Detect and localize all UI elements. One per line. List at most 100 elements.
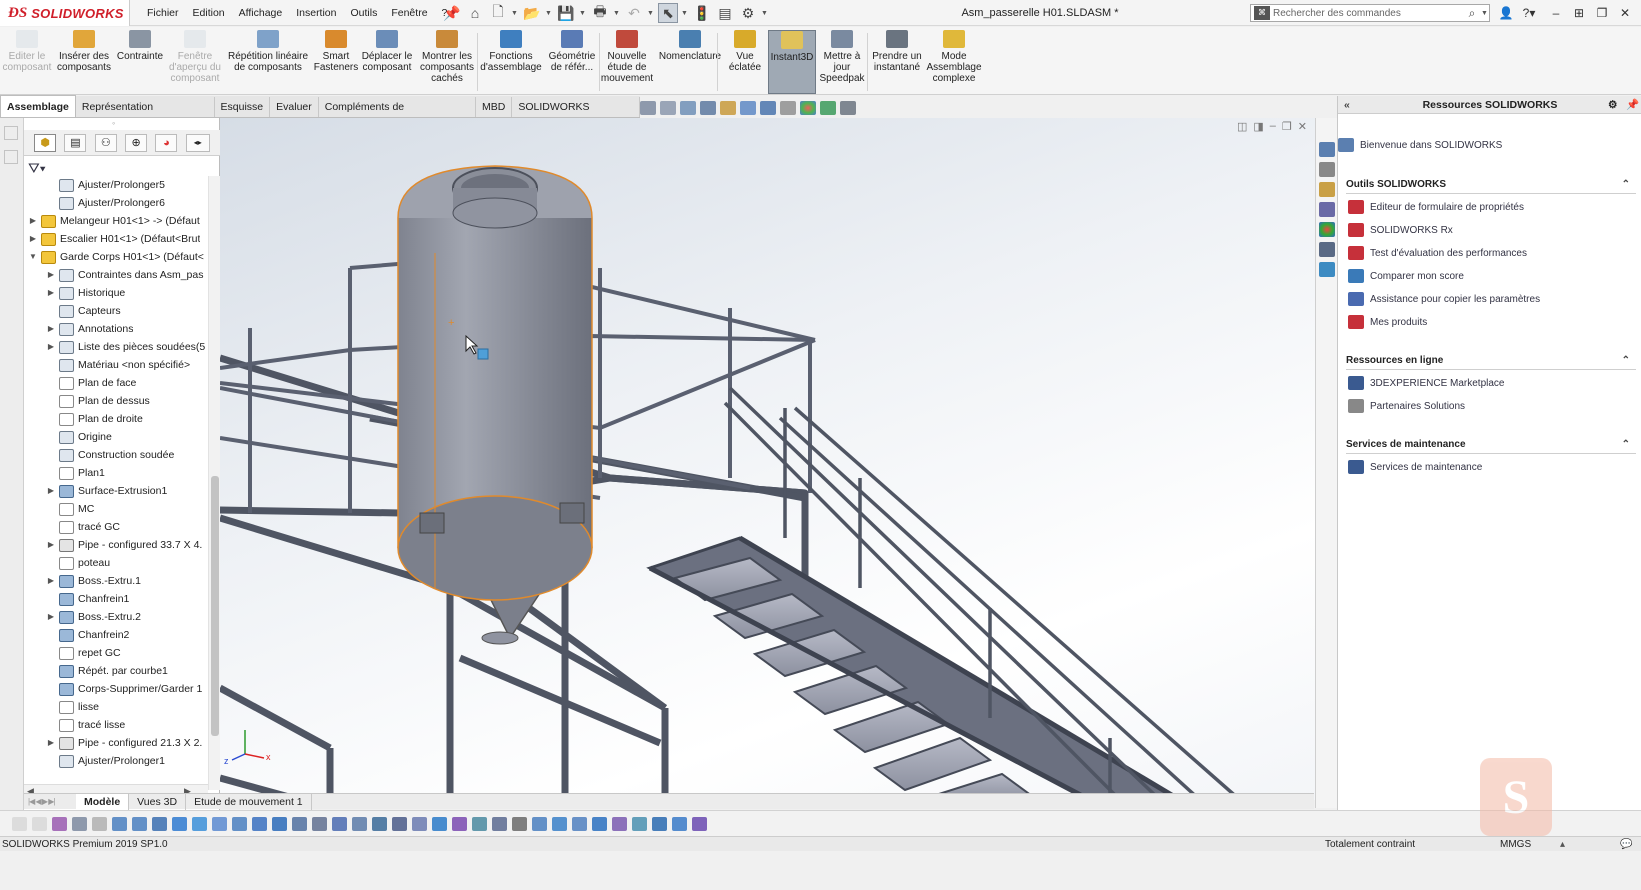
pin-icon[interactable]: 📌 xyxy=(442,3,462,23)
selection-filter-icon[interactable] xyxy=(672,816,687,831)
task-pane-link[interactable]: Mes produits xyxy=(1348,313,1427,331)
assembly-model-view[interactable]: + x z xyxy=(220,118,1315,800)
mixer-tank[interactable]: + xyxy=(397,165,593,645)
tree-expand-icon[interactable]: ▶ xyxy=(45,284,57,302)
selection-filter-icon[interactable] xyxy=(592,816,607,831)
edit-appearance-icon[interactable] xyxy=(800,101,816,115)
command-button[interactable]: Contrainte xyxy=(114,30,166,94)
view-settings-icon[interactable] xyxy=(840,101,856,115)
command-button[interactable]: Nomenclature xyxy=(658,30,722,94)
panel-toggle-icon[interactable] xyxy=(4,126,18,140)
tab-3[interactable]: Evaluer xyxy=(270,97,319,117)
zoom-to-area-icon[interactable] xyxy=(660,101,676,115)
tree-node[interactable]: ▶ Surface-Extrusion1 xyxy=(24,482,208,500)
open-dropdown-icon[interactable]: ▼ xyxy=(545,10,553,17)
tree-node[interactable]: tracé lisse xyxy=(24,716,208,734)
graphics-area[interactable]: ◫ ◨ – ❐ ✕ + x z xyxy=(220,118,1315,800)
task-pane-link[interactable]: Services de maintenance xyxy=(1348,458,1482,476)
tree-node[interactable]: ▶ Pipe - configured 33.7 X 4. xyxy=(24,536,208,554)
selection-filter-icon[interactable] xyxy=(452,816,467,831)
resources-home-icon[interactable] xyxy=(1319,142,1335,157)
display-manager-tab-icon[interactable]: ◕ xyxy=(155,133,178,152)
tree-node[interactable]: Matériau <non spécifié> xyxy=(24,356,208,374)
tab-1[interactable]: Représentation schématique xyxy=(76,97,215,133)
selection-filter-icon[interactable] xyxy=(192,816,207,831)
tree-expand-icon[interactable]: ▶ xyxy=(45,320,57,338)
tree-node[interactable]: ▶ Melangeur H01<1> -> (Défaut xyxy=(24,212,208,230)
tree-expand-icon[interactable]: ▶ xyxy=(45,608,57,626)
tree-node[interactable]: Ajuster/Prolonger5 xyxy=(24,176,208,194)
dimxpert-tab-icon[interactable]: ⊕ xyxy=(125,133,148,152)
selection-filter-icon[interactable] xyxy=(612,816,627,831)
task-pane-link[interactable]: SOLIDWORKS Rx xyxy=(1348,221,1453,239)
restore-icon[interactable]: ❐ xyxy=(1591,3,1613,23)
design-library-icon[interactable] xyxy=(1319,162,1335,177)
tree-node[interactable]: Corps-Supprimer/Garder 1 xyxy=(24,680,208,698)
configuration-manager-tab-icon[interactable]: ⚇ xyxy=(94,133,117,152)
save-icon[interactable]: 💾 xyxy=(556,3,576,23)
selection-filter-icon[interactable] xyxy=(232,816,247,831)
tree-node[interactable]: repet GC xyxy=(24,644,208,662)
tile-icon[interactable]: ⊞ xyxy=(1568,3,1590,23)
panel-handle-icon[interactable]: ◦ xyxy=(112,118,115,128)
apply-scene-icon[interactable] xyxy=(820,101,836,115)
tree-node[interactable]: ▶ Pipe - configured 21.3 X 2. xyxy=(24,734,208,752)
tab-2[interactable]: Esquisse xyxy=(215,97,271,117)
custom-properties-icon[interactable] xyxy=(1319,242,1335,257)
menu-item[interactable]: Edition xyxy=(186,7,232,19)
new-dropdown-icon[interactable]: ▼ xyxy=(511,10,519,17)
tree-node[interactable]: Plan de dessus xyxy=(24,392,208,410)
hide-show-items-icon[interactable] xyxy=(780,101,796,115)
dynamic-annotation-icon[interactable] xyxy=(720,101,736,115)
selection-filter-icon[interactable] xyxy=(692,816,707,831)
zoom-to-fit-icon[interactable] xyxy=(640,101,656,115)
minimize-icon[interactable]: – xyxy=(1545,3,1567,23)
selection-filter-icon[interactable] xyxy=(412,816,427,831)
new-document-icon[interactable]: 🗋 xyxy=(488,3,508,23)
options-gear-icon[interactable]: ⚙ xyxy=(738,3,758,23)
forum-icon[interactable] xyxy=(1319,262,1335,277)
tab-6[interactable]: SOLIDWORKS Inspection xyxy=(512,97,641,133)
tab-5[interactable]: MBD xyxy=(476,97,513,117)
selection-filter-icon[interactable] xyxy=(372,816,387,831)
property-manager-tab-icon[interactable]: ▤ xyxy=(64,133,87,152)
tree-node[interactable]: ▶ Annotations xyxy=(24,320,208,338)
view-palette-icon[interactable] xyxy=(1319,202,1335,217)
help-icon[interactable]: ?▾ xyxy=(1518,3,1540,23)
select-cursor-icon[interactable]: ⬉ xyxy=(658,3,678,23)
close-icon[interactable]: ✕ xyxy=(1614,3,1636,23)
tree-node[interactable]: ▼ Garde Corps H01<1> (Défaut< xyxy=(24,248,208,266)
selection-filter-icon[interactable] xyxy=(312,816,327,831)
bottom-tab-0[interactable]: Modèle xyxy=(76,793,130,810)
tree-node[interactable]: MC xyxy=(24,500,208,518)
command-button[interactable]: Smart Fasteners xyxy=(314,30,358,94)
selection-filter-icon[interactable] xyxy=(172,816,187,831)
filter-icon[interactable]: ⛛▾ xyxy=(28,160,46,177)
tree-node[interactable]: Capteurs xyxy=(24,302,208,320)
selection-filter-icon[interactable] xyxy=(552,816,567,831)
selection-filter-icon[interactable] xyxy=(652,816,667,831)
collapse-chevron-icon[interactable]: ⌃ xyxy=(1622,176,1630,194)
selection-filter-icon[interactable] xyxy=(132,816,147,831)
status-messages-icon[interactable]: 💬 xyxy=(1620,837,1632,852)
selection-filter-icon[interactable] xyxy=(572,816,587,831)
options-dropdown-icon[interactable]: ▼ xyxy=(761,10,769,17)
command-button[interactable]: Montrer les composants cachés xyxy=(416,30,478,94)
tree-node[interactable]: Plan de face xyxy=(24,374,208,392)
selection-filter-icon[interactable] xyxy=(72,816,87,831)
menu-item[interactable]: Insertion xyxy=(289,7,343,19)
home-icon[interactable]: ⌂ xyxy=(465,3,485,23)
tree-node[interactable]: Ajuster/Prolonger6 xyxy=(24,194,208,212)
tree-node[interactable]: tracé GC xyxy=(24,518,208,536)
search-dropdown-icon[interactable]: ▼ xyxy=(1481,10,1489,17)
tree-expand-icon[interactable]: ▶ xyxy=(27,230,39,248)
magnifier-icon[interactable]: ⌕ xyxy=(1463,6,1481,21)
bottom-tab-2[interactable]: Etude de mouvement 1 xyxy=(186,793,312,810)
collapse-chevron-icon[interactable]: ⌃ xyxy=(1622,436,1630,454)
status-units[interactable]: MMGS xyxy=(1500,837,1531,852)
command-button[interactable]: Géométrie de référ... xyxy=(544,30,600,94)
tree-expand-icon[interactable]: ▶ xyxy=(45,536,57,554)
tree-node[interactable]: Répét. par courbe1 xyxy=(24,662,208,680)
menu-item[interactable]: Affichage xyxy=(232,7,290,19)
selection-filter-icon[interactable] xyxy=(632,816,647,831)
